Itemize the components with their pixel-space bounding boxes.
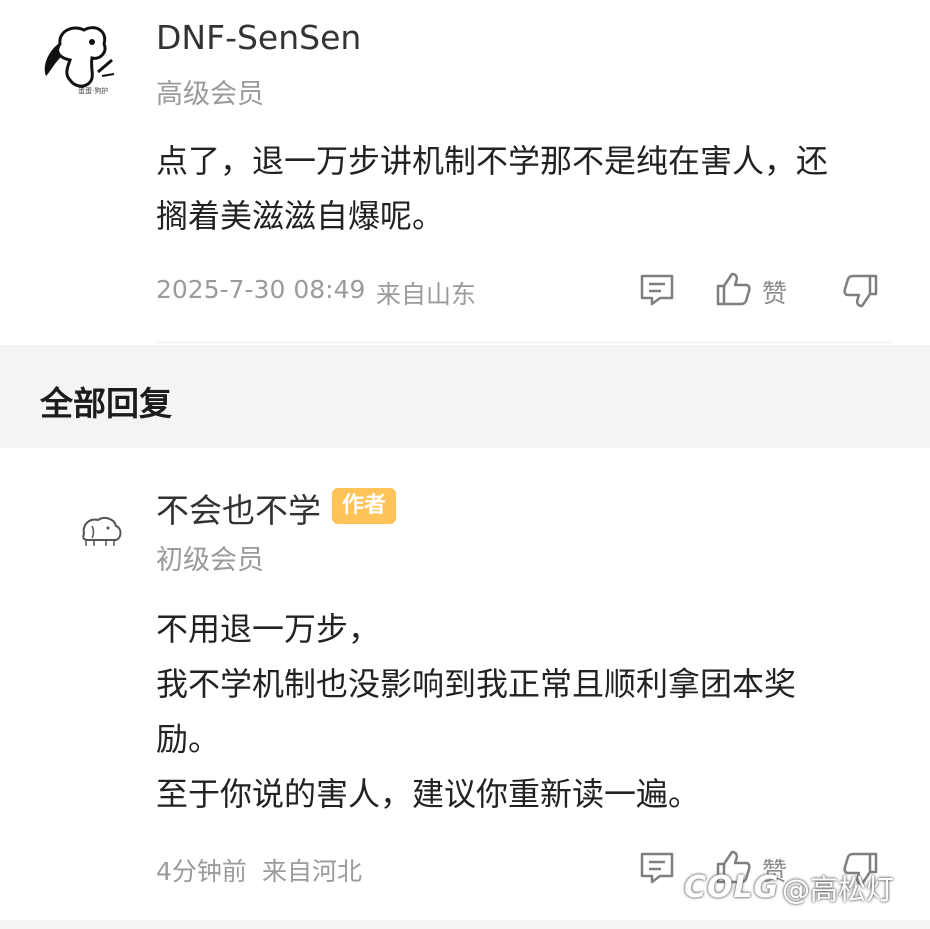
- comment-like-label[interactable]: 赞: [762, 274, 787, 310]
- reply-body: 不用退一万步， 我不学机制也没影响到我正常且顺利拿团本奖 励。 至于你说的害人，…: [156, 610, 797, 813]
- reply-username[interactable]: 不会也不学: [156, 484, 321, 532]
- thumbs-down-icon: [843, 274, 878, 308]
- avatar-caption: 蛋蛋·狗护: [78, 87, 109, 95]
- comment-body: 点了，退一万步讲机制不学那不是纯在害人，还 搁着美滋滋自爆呢。: [156, 142, 829, 235]
- all-replies-title: 全部回复: [40, 384, 172, 423]
- author-badge: 作者: [332, 488, 397, 524]
- reply-timestamp: 4分钟前: [156, 857, 247, 886]
- reply-location: 来自河北: [262, 857, 363, 886]
- comment-member-level: 高级会员: [156, 79, 264, 110]
- comment-like-button[interactable]: [714, 270, 752, 308]
- sketch-animal-avatar-icon: [72, 482, 134, 562]
- reply-member-level: 初级会员: [156, 545, 264, 576]
- comment-username[interactable]: DNF-SenSen: [156, 18, 361, 57]
- comment-divider: [156, 342, 892, 343]
- comment-timestamp: 2025-7-30 08:49: [156, 275, 366, 304]
- reply-avatar[interactable]: [72, 482, 134, 562]
- comment-location: 来自山东: [376, 280, 477, 309]
- comment-reply-button[interactable]: [638, 272, 676, 308]
- reply-icon: [640, 852, 674, 884]
- bottom-band: [0, 920, 930, 929]
- comment-dislike-button[interactable]: [842, 272, 880, 310]
- reply-reply-button[interactable]: [638, 850, 676, 886]
- reply-icon: [640, 274, 674, 306]
- watermark-text: @高松灯: [782, 873, 895, 906]
- thumbs-up-icon: [716, 272, 751, 306]
- all-replies-header: 全部回复: [0, 345, 930, 448]
- watermark-logo: COLG: [684, 870, 780, 905]
- comment-avatar[interactable]: 蛋蛋·狗护: [38, 14, 126, 102]
